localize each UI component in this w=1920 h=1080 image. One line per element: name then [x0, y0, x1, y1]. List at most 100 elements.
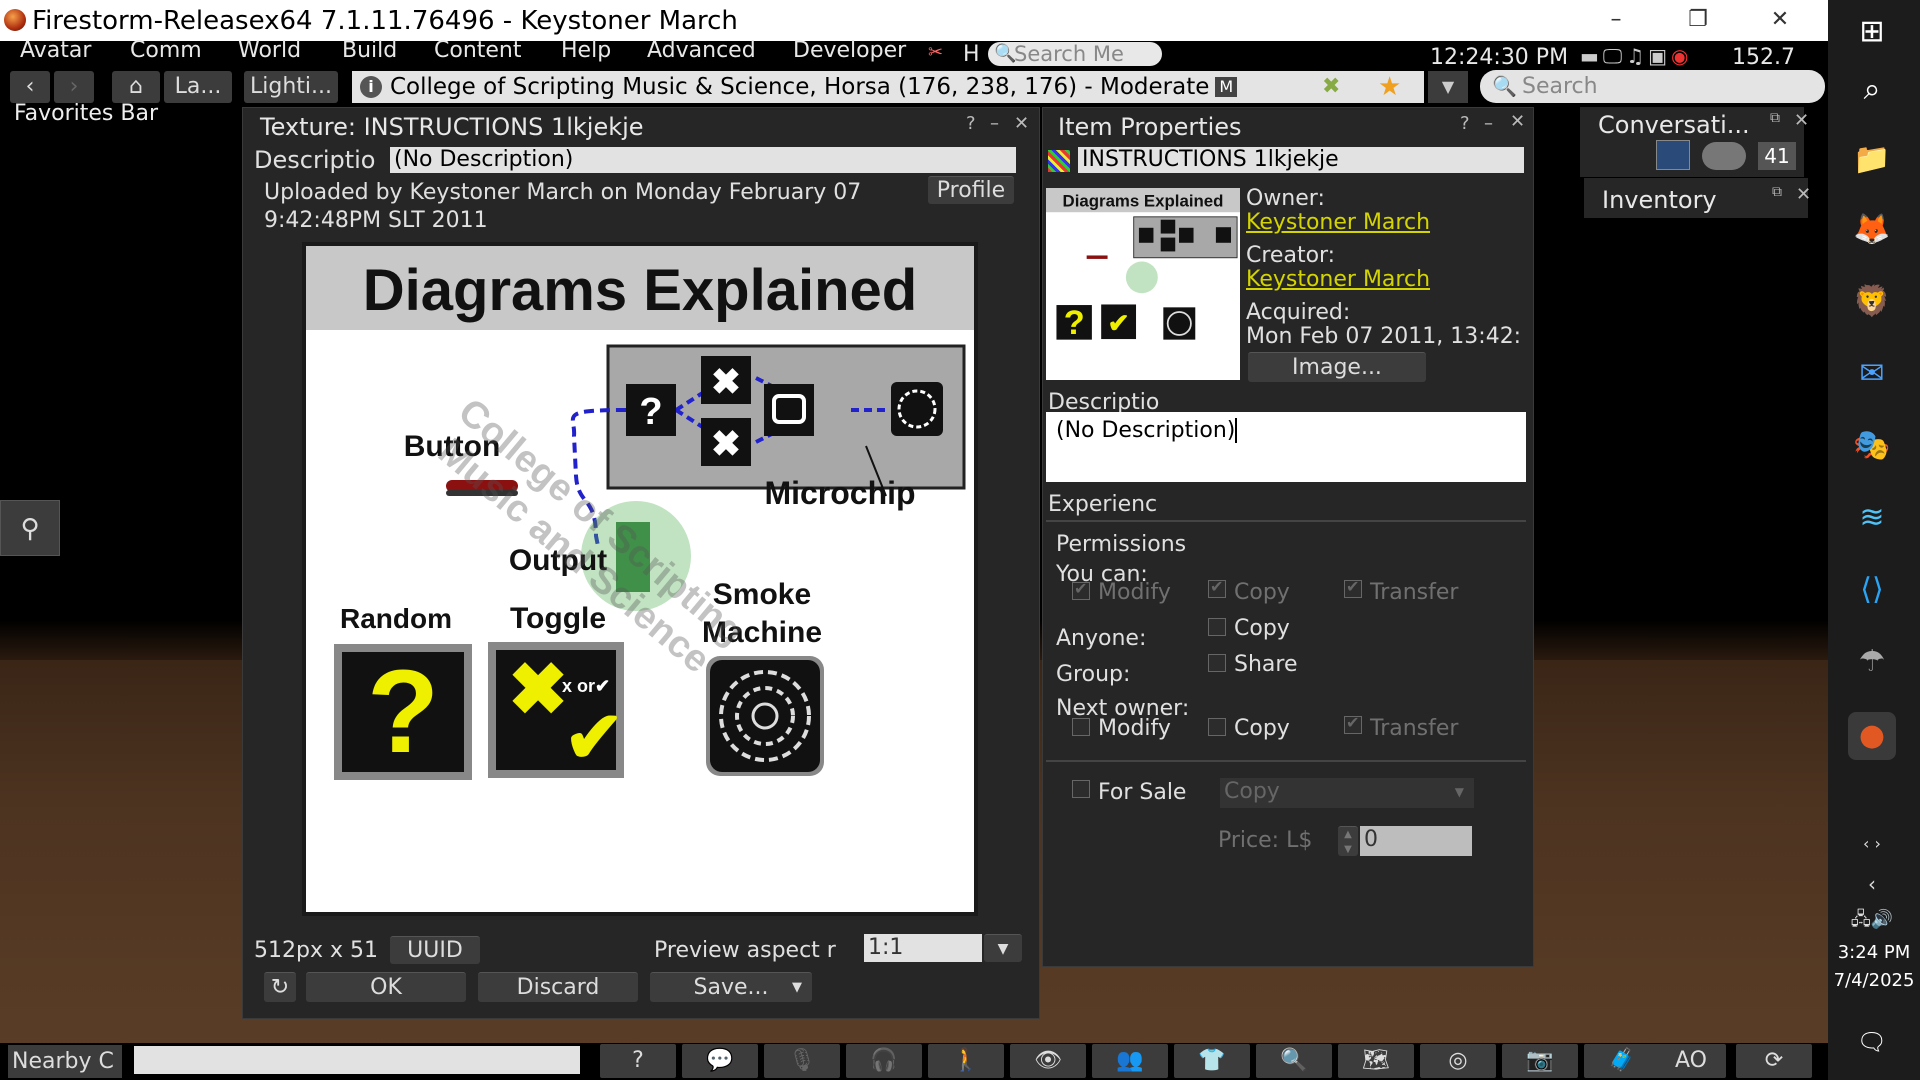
taskbar-time[interactable]: 3:24 PM	[1828, 942, 1920, 963]
location-dropdown-button[interactable]: ▼	[1428, 71, 1468, 103]
windsurf-icon[interactable]: ≋	[1848, 494, 1896, 542]
maximize-button[interactable]: ❐	[1658, 2, 1738, 38]
save-button[interactable]: Save... ▼	[650, 972, 812, 1002]
info-icon[interactable]: i	[360, 76, 382, 98]
image-button[interactable]: Image...	[1248, 352, 1426, 382]
quickprefs-icon[interactable]: ✂	[928, 42, 943, 63]
ok-button[interactable]: OK	[306, 972, 466, 1002]
view-toolbar-button[interactable]: 👁	[1010, 1044, 1086, 1078]
firestorm-taskbar-icon[interactable]: ●	[1848, 712, 1896, 760]
close-conversations-button[interactable]: ✕	[1794, 110, 1809, 131]
minimap-button[interactable]: ⚲	[0, 500, 60, 556]
menu-avatar[interactable]: Avatar	[20, 38, 91, 63]
help-button[interactable]: ?	[966, 113, 976, 134]
conversation-count[interactable]: 41	[1758, 142, 1796, 170]
favorites-bar[interactable]: Favorites Bar	[14, 101, 158, 126]
menu-build[interactable]: Build	[342, 38, 397, 63]
menu-advanced[interactable]: Advanced	[647, 38, 756, 63]
nearby-chat-button[interactable]: Nearby C	[8, 1045, 122, 1078]
favorite-star-icon[interactable]: ★	[1378, 71, 1401, 103]
sale-type-value: Copy	[1224, 779, 1280, 804]
undock-icon[interactable]: ⧉	[1772, 184, 1782, 200]
chevron-down-icon: ▼	[792, 980, 802, 995]
status-icons[interactable]: ▬🖵♫▣◉	[1580, 44, 1692, 68]
profile-button[interactable]: Profile	[928, 176, 1014, 204]
owner-link[interactable]: Keystoner March	[1246, 210, 1430, 235]
voice-toolbar-button[interactable]: 🎙	[764, 1044, 840, 1078]
close-window-button[interactable]: ✕	[1740, 2, 1820, 38]
inventory-toolbar-button[interactable]: 🧳	[1584, 1044, 1660, 1078]
back-button[interactable]: ‹	[10, 71, 50, 103]
map-toolbar-button[interactable]: 🗺	[1338, 1044, 1414, 1078]
region-toolbar-button[interactable]: ⟳	[1736, 1044, 1812, 1078]
help-toolbar-button[interactable]: ?	[600, 1044, 676, 1078]
nav-search-input[interactable]: 🔍 Search	[1480, 70, 1825, 103]
next-copy-checkbox[interactable]	[1208, 718, 1226, 736]
vscode-icon[interactable]: ⟨⟩	[1848, 566, 1896, 614]
people-toolbar-button[interactable]: 👥	[1092, 1044, 1168, 1078]
for-sale-checkbox[interactable]	[1072, 780, 1090, 798]
description-field[interactable]: (No Description)	[390, 147, 1016, 173]
music-icon[interactable]: ♫	[1626, 44, 1648, 68]
item-name-field[interactable]: INSTRUCTIONS 1lkjekje	[1078, 147, 1524, 173]
undock-icon[interactable]: ⧉	[1770, 110, 1780, 126]
radar-toolbar-button[interactable]: ◎	[1420, 1044, 1496, 1078]
mask-app-icon[interactable]: 🎭	[1848, 422, 1896, 470]
mute-icon[interactable]: ◉	[1671, 44, 1692, 68]
chat-toolbar-button[interactable]: 💬	[682, 1044, 758, 1078]
camera-icon[interactable]: ▬	[1580, 44, 1603, 68]
menu-help[interactable]: Help	[561, 38, 611, 63]
avatar-thumbnail[interactable]	[1656, 140, 1690, 170]
appearance-toolbar-button[interactable]: 👕	[1174, 1044, 1250, 1078]
thunderbird-icon[interactable]: ✉	[1848, 350, 1896, 398]
menu-world[interactable]: World	[238, 38, 301, 63]
windows-start-icon[interactable]: ⊞	[1848, 8, 1896, 56]
menu-comm[interactable]: Comm	[130, 38, 202, 63]
ao-toolbar-button[interactable]: AO	[1656, 1044, 1726, 1078]
brave-icon[interactable]: 🦁	[1848, 278, 1896, 326]
monitor-icon[interactable]: 🖵	[1603, 44, 1626, 68]
notifications-icon[interactable]: 🗨	[1848, 1018, 1896, 1066]
location-input[interactable]: i College of Scripting Music & Science, …	[352, 71, 1424, 103]
landmarks-button[interactable]: La...	[164, 71, 232, 103]
file-explorer-icon[interactable]: 📁	[1848, 136, 1896, 184]
menu-search-input[interactable]: 🔍 Search Me	[988, 42, 1162, 66]
item-description-field[interactable]: (No Description)	[1046, 412, 1526, 482]
forward-button[interactable]: ›	[54, 71, 94, 103]
creator-link[interactable]: Keystoner March	[1246, 267, 1430, 292]
discard-button[interactable]: Discard	[478, 972, 638, 1002]
snapshot-toolbar-button[interactable]: 📷	[1502, 1044, 1578, 1078]
search-icon[interactable]: ⌕	[1848, 66, 1896, 114]
minimize-floater-button[interactable]: –	[990, 113, 999, 134]
aspect-dropdown-arrow[interactable]: ▼	[984, 934, 1022, 962]
anyone-label: Anyone:	[1056, 626, 1147, 651]
close-floater-button[interactable]: ✕	[1014, 113, 1029, 134]
lighting-button[interactable]: Lighti...	[244, 71, 338, 103]
preview-aspect-dropdown[interactable]: 1:1	[864, 934, 982, 962]
refresh-button[interactable]: ↻	[264, 972, 296, 1002]
search-toolbar-button[interactable]: 🔍	[1256, 1044, 1332, 1078]
nearby-chat-icon[interactable]	[1702, 142, 1746, 170]
network-volume-icon[interactable]: 🖧🔊	[1848, 896, 1896, 944]
h-label[interactable]: H	[963, 42, 980, 67]
group-share-checkbox[interactable]	[1208, 654, 1226, 672]
menu-developer[interactable]: Developer	[793, 38, 906, 63]
media-icon[interactable]: ▣	[1648, 44, 1671, 68]
chat-input[interactable]	[134, 1046, 580, 1074]
close-inventory-button[interactable]: ✕	[1796, 184, 1811, 205]
speak-toolbar-button[interactable]: 🎧	[846, 1044, 922, 1078]
close-floater-button[interactable]: ✕	[1510, 111, 1525, 132]
menu-content[interactable]: Content	[434, 38, 522, 63]
minimize-floater-button[interactable]: –	[1484, 113, 1493, 134]
app-icon[interactable]: ☂	[1848, 638, 1896, 686]
firefox-icon[interactable]: 🦊	[1848, 206, 1896, 254]
minimize-button[interactable]: –	[1576, 2, 1656, 38]
anyone-copy-checkbox[interactable]	[1208, 618, 1226, 636]
move-toolbar-button[interactable]: 🚶	[928, 1044, 1004, 1078]
home-button[interactable]: ⌂	[112, 71, 160, 103]
taskbar-date[interactable]: 7/4/2025	[1828, 970, 1920, 991]
spin-down-icon: ▼	[1344, 844, 1352, 855]
help-button[interactable]: ?	[1460, 113, 1470, 134]
uuid-button[interactable]: UUID	[390, 936, 480, 964]
next-modify-checkbox[interactable]	[1072, 718, 1090, 736]
